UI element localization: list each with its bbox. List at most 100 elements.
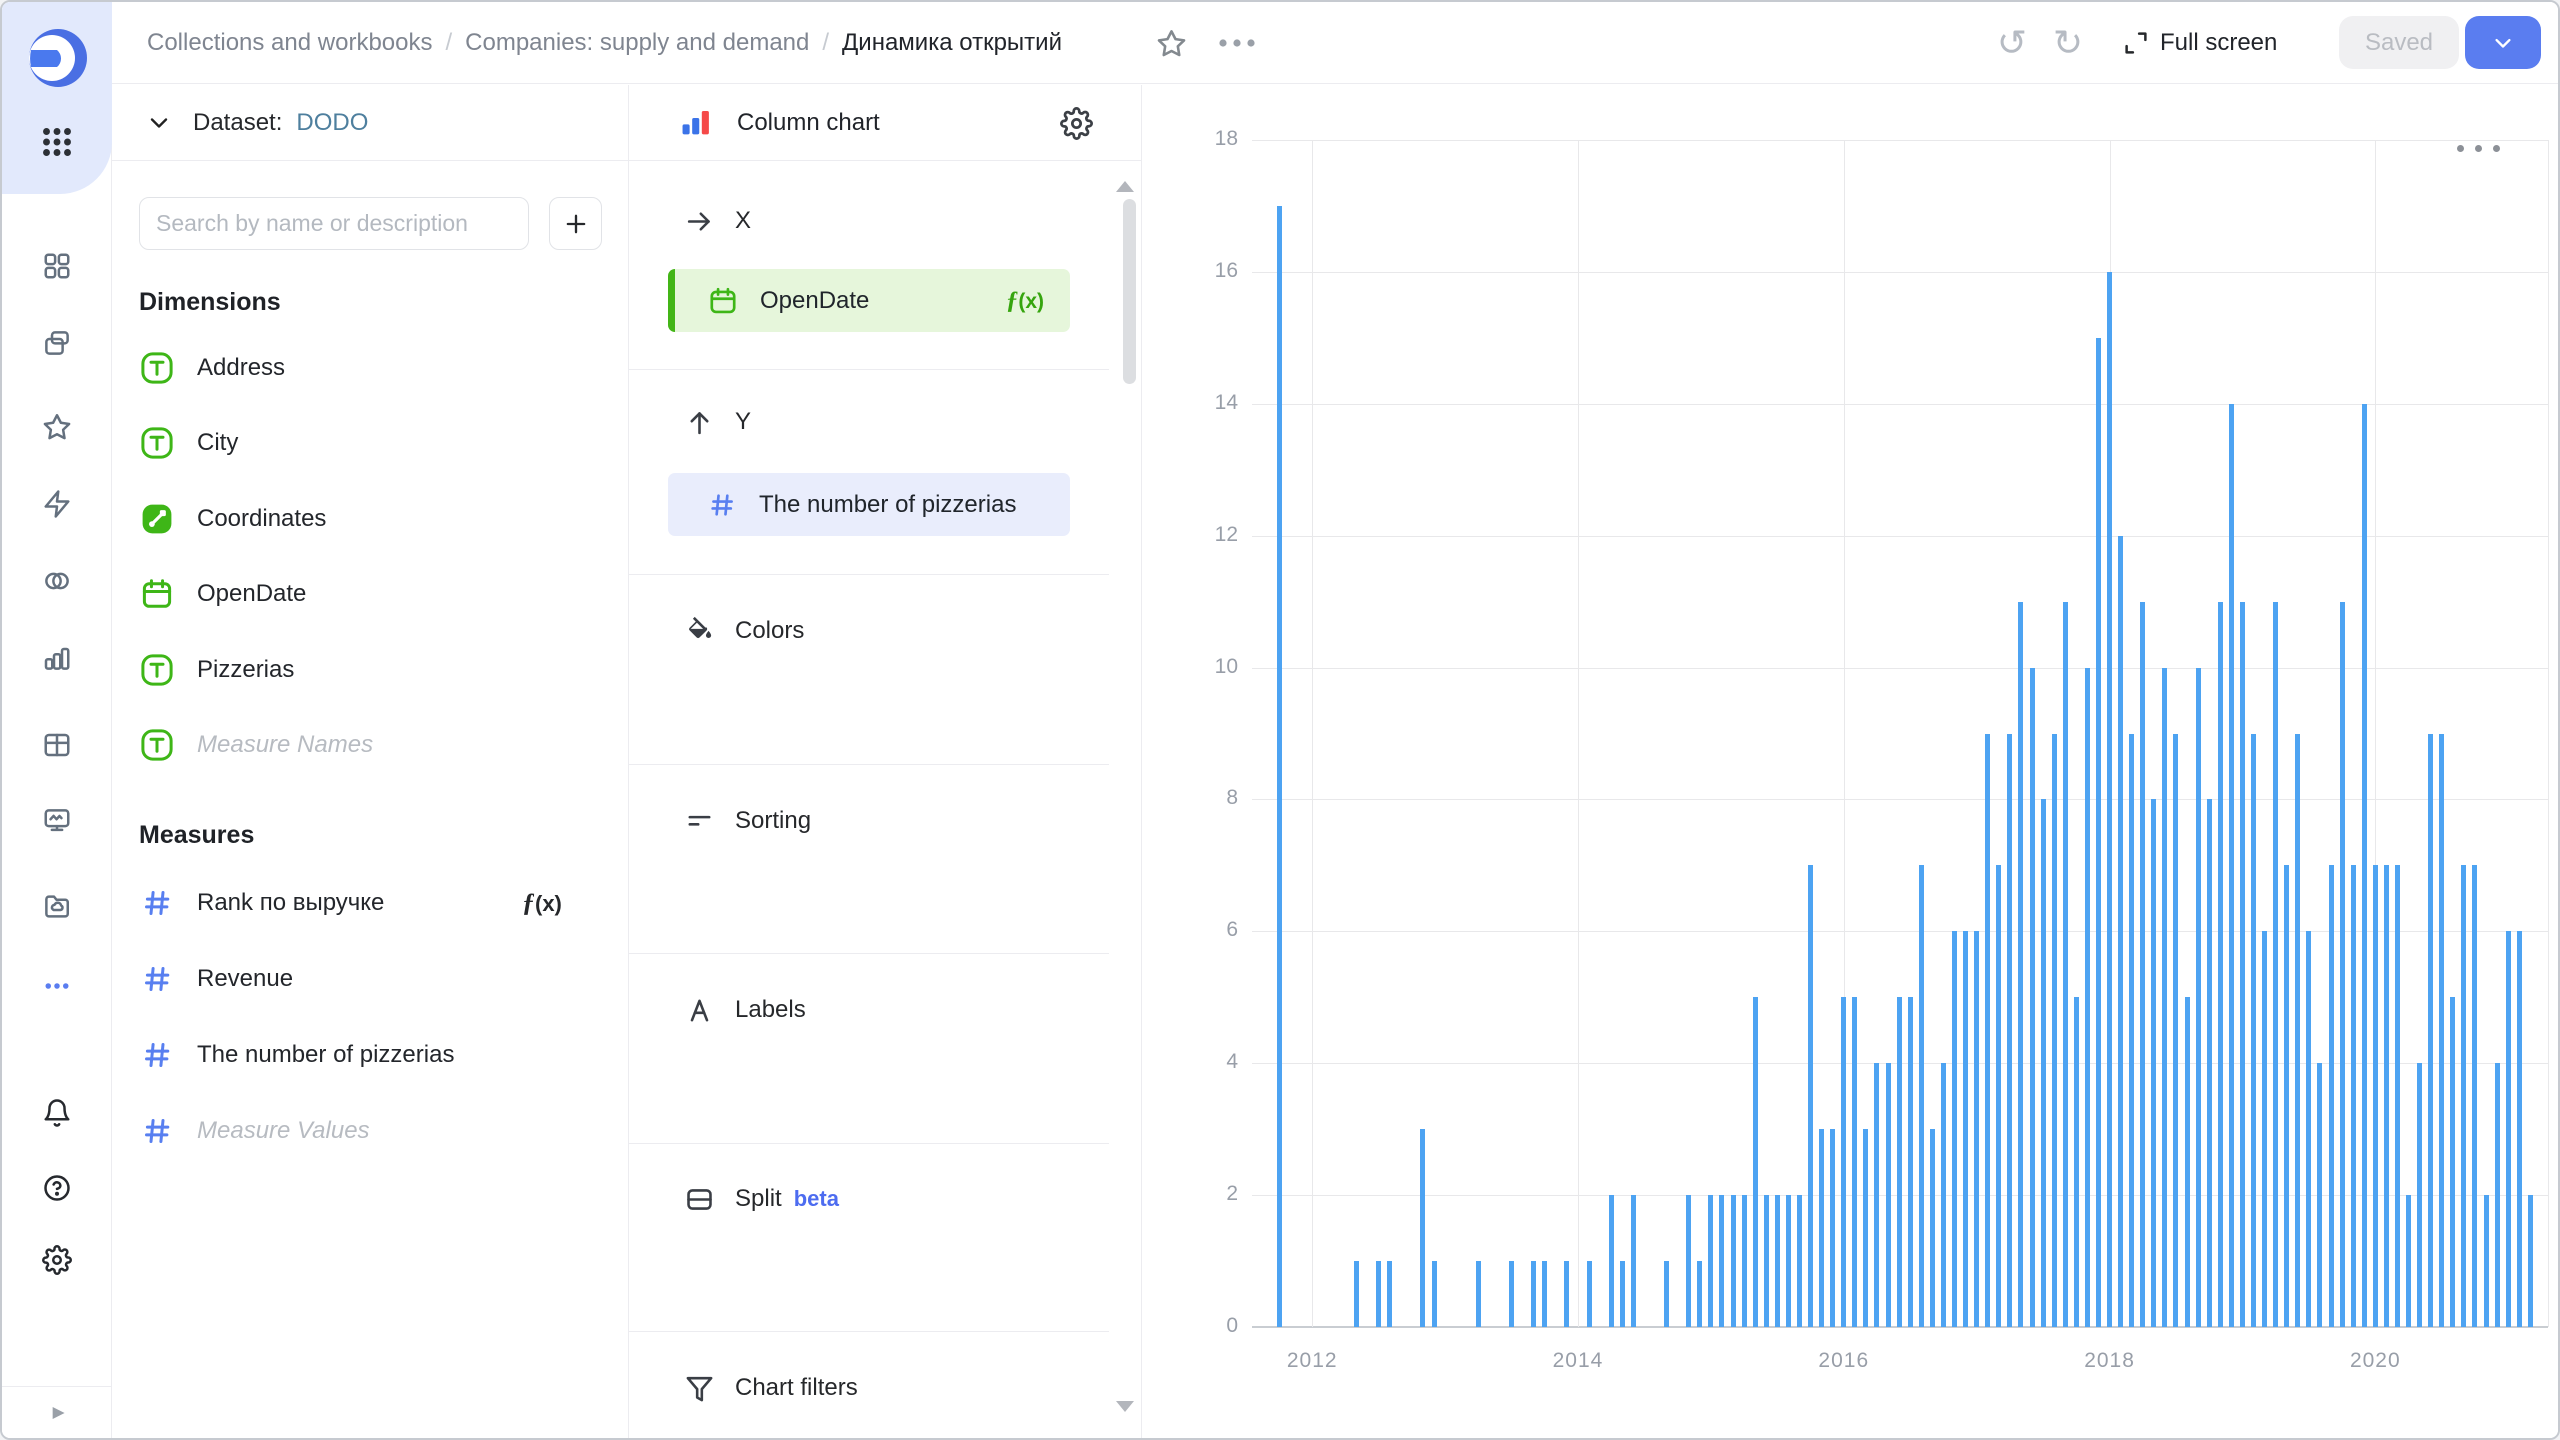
field-item[interactable]: Rank по выручке ƒ(x) [112, 865, 628, 940]
fullscreen-icon[interactable] [2116, 2, 2156, 84]
breadcrumb-item[interactable]: Companies: supply and demand [465, 29, 809, 57]
chart-column[interactable] [1741, 1195, 1747, 1327]
chart-column[interactable] [2505, 931, 2511, 1327]
breadcrumb-item[interactable]: Collections and workbooks [147, 29, 432, 57]
chart-type-label[interactable]: Column chart [737, 109, 880, 137]
chart-column[interactable] [2417, 1063, 2423, 1327]
sidebar-item-settings[interactable] [29, 1232, 85, 1288]
config-section-colors[interactable]: Colors [629, 609, 1109, 653]
chart-column[interactable] [2151, 799, 2157, 1327]
chart-column[interactable] [2140, 601, 2146, 1327]
chart-column[interactable] [2040, 799, 2046, 1327]
more-actions-icon[interactable] [1212, 2, 1262, 84]
chart-column[interactable] [1630, 1195, 1636, 1327]
chart-column[interactable] [2018, 601, 2024, 1327]
chart-column[interactable] [1996, 865, 2002, 1327]
chart-column[interactable] [2007, 733, 2013, 1327]
chart-column[interactable] [2361, 403, 2367, 1327]
chart-column[interactable] [1686, 1195, 1692, 1327]
chart-column[interactable] [2195, 667, 2201, 1327]
field-item[interactable]: City [112, 406, 628, 481]
chart-column[interactable] [1763, 1195, 1769, 1327]
chart-column[interactable] [2494, 1063, 2500, 1327]
add-field-button[interactable] [549, 197, 602, 250]
sidebar-item-tables[interactable] [29, 717, 85, 773]
chart-column[interactable] [2472, 865, 2478, 1327]
field-search-input[interactable] [139, 197, 529, 250]
chart-column[interactable] [2406, 1195, 2412, 1327]
scrollbar-down-arrow[interactable] [1116, 1401, 1134, 1412]
chart-column[interactable] [1774, 1195, 1780, 1327]
chart-column[interactable] [1608, 1195, 1614, 1327]
chart-column[interactable] [2228, 403, 2234, 1327]
breadcrumb-item[interactable]: Динамика открытий [842, 29, 1062, 57]
config-section-split[interactable]: Split beta [629, 1177, 1109, 1221]
sidebar-item-storage[interactable] [29, 878, 85, 934]
chart-column[interactable] [1719, 1195, 1725, 1327]
chart-column[interactable] [1841, 997, 1847, 1327]
sidebar-item-favorites[interactable] [29, 399, 85, 455]
chart-column[interactable] [2439, 733, 2445, 1327]
chart-column[interactable] [1752, 997, 1758, 1327]
chart-column[interactable] [2206, 799, 2212, 1327]
chart-column[interactable] [2284, 865, 2290, 1327]
chart-column[interactable] [1830, 1129, 1836, 1327]
chart-column[interactable] [1974, 931, 1980, 1327]
dataset-header[interactable]: Dataset: DODO [112, 85, 628, 161]
chart-column[interactable] [2516, 931, 2522, 1327]
field-item[interactable]: Revenue [112, 941, 628, 1016]
chart-column[interactable] [2306, 931, 2312, 1327]
chart-column[interactable] [2073, 997, 2079, 1327]
chart-column[interactable] [2273, 601, 2279, 1327]
config-section-chart-filters[interactable]: Chart filters [629, 1366, 1109, 1410]
chart-column[interactable] [1896, 997, 1902, 1327]
field-pill-opendate[interactable]: OpenDate ƒ(x) [668, 269, 1070, 332]
chart-column[interactable] [2461, 865, 2467, 1327]
scrollbar-thumb[interactable] [1123, 199, 1136, 384]
chart-column[interactable] [2062, 601, 2068, 1327]
chart-column[interactable] [2317, 1063, 2323, 1327]
favorite-star-icon[interactable] [1148, 2, 1194, 84]
chart-column[interactable] [1863, 1129, 1869, 1327]
chart-column[interactable] [1420, 1129, 1426, 1327]
chart-column[interactable] [1697, 1261, 1703, 1327]
field-item[interactable]: Coordinates [112, 481, 628, 556]
chart-column[interactable] [2051, 733, 2057, 1327]
chart-column[interactable] [1586, 1261, 1592, 1327]
chart-column[interactable] [2383, 865, 2389, 1327]
sidebar-item-dashboards[interactable] [29, 792, 85, 848]
config-section-sorting[interactable]: Sorting [629, 799, 1109, 843]
config-section-labels[interactable]: Labels [629, 988, 1109, 1032]
chart-column[interactable] [1907, 997, 1913, 1327]
chart-column[interactable] [2372, 865, 2378, 1327]
sidebar-item-more[interactable] [29, 958, 85, 1014]
chart-column[interactable] [1431, 1261, 1437, 1327]
field-item[interactable]: OpenDate [112, 557, 628, 632]
chart-column[interactable] [1619, 1261, 1625, 1327]
chart-column[interactable] [1819, 1129, 1825, 1327]
chart-column[interactable] [2394, 865, 2400, 1327]
sidebar-item-datasets[interactable] [29, 553, 85, 609]
chart-column[interactable] [2184, 997, 2190, 1327]
chart-column[interactable] [1796, 1195, 1802, 1327]
field-item[interactable]: Measure Values [112, 1093, 628, 1168]
chart-column[interactable] [2217, 601, 2223, 1327]
sidebar-item-collections-workbooks[interactable] [29, 315, 85, 371]
chart-column[interactable] [2129, 733, 2135, 1327]
chart-column[interactable] [2251, 733, 2256, 1327]
chart-column[interactable] [2107, 271, 2113, 1327]
chart-column[interactable] [1730, 1195, 1736, 1327]
chart-column[interactable] [2339, 601, 2345, 1327]
chart-column[interactable] [2328, 865, 2334, 1327]
field-item[interactable]: The number of pizzerias [112, 1017, 628, 1092]
chart-column[interactable] [1276, 205, 1282, 1327]
chart-column[interactable] [1509, 1261, 1515, 1327]
chart-column[interactable] [1475, 1261, 1481, 1327]
chart-column[interactable] [1664, 1261, 1670, 1327]
chart-column[interactable] [2428, 733, 2434, 1327]
field-item[interactable]: Pizzerias [112, 632, 628, 707]
config-section-x[interactable]: X [629, 199, 1109, 243]
chart-column[interactable] [2162, 667, 2168, 1327]
chart-column[interactable] [2029, 667, 2035, 1327]
chart-column[interactable] [1874, 1063, 1880, 1327]
